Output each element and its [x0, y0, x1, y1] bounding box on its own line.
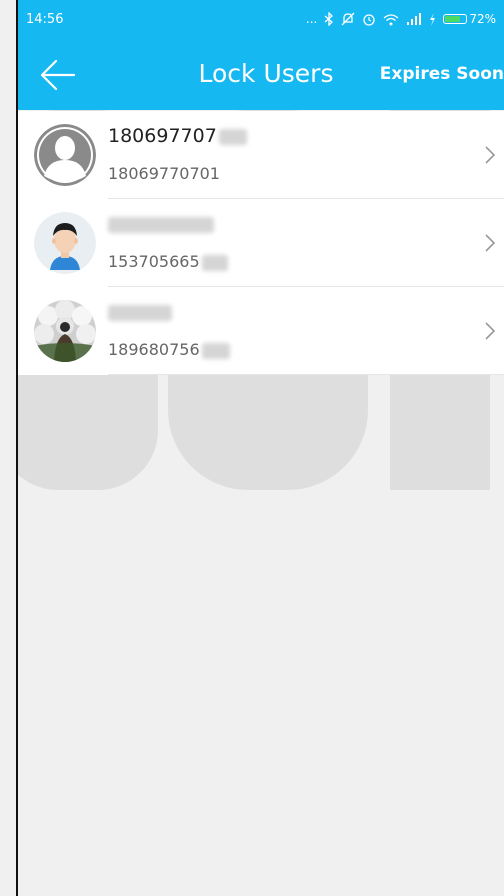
status-time: 14:56: [26, 11, 64, 27]
chevron-right-icon: [485, 234, 496, 252]
chevron-right-icon: [485, 146, 496, 164]
divider: [108, 374, 504, 375]
more-notifications: ...: [305, 12, 318, 26]
redacted-text: [201, 254, 228, 271]
wifi-icon: [383, 13, 399, 25]
photo-avatar-icon: [34, 300, 96, 362]
user-phone-text: 189680756: [108, 340, 200, 359]
cartoon-avatar-icon: [34, 212, 96, 274]
redacted-text: [201, 342, 230, 359]
bluetooth-icon: [324, 12, 334, 26]
mute-icon: [341, 12, 355, 26]
user-name: 180697707: [108, 125, 247, 147]
list-item[interactable]: 180697707 18069770701: [18, 111, 504, 199]
arrow-left-icon[interactable]: [38, 55, 78, 95]
user-name: [108, 301, 172, 323]
chevron-right-icon: [485, 322, 496, 340]
default-avatar-icon: [34, 124, 96, 186]
battery-level: [445, 16, 460, 22]
redacted-text: [108, 216, 214, 233]
window-edge: [16, 0, 18, 896]
redacted-text: [108, 304, 172, 321]
list-item[interactable]: 189680756: [18, 287, 504, 375]
battery-icon: [443, 14, 468, 24]
status-bar: 14:56 ... 72%: [18, 0, 504, 38]
user-phone: 18069770701: [108, 164, 220, 183]
redacted-text: [218, 128, 247, 145]
user-phone-text: 153705665: [108, 252, 200, 271]
alarm-icon: [363, 14, 375, 26]
battery-percent: 72%: [469, 12, 496, 26]
user-phone: 189680756: [108, 340, 230, 359]
user-name-text: 180697707: [108, 125, 217, 147]
battery-indicator: 72%: [443, 12, 496, 26]
signal-icon: [407, 13, 422, 25]
charging-icon: [430, 12, 436, 26]
user-phone: 153705665: [108, 252, 228, 271]
status-icons: ... 72%: [306, 12, 496, 26]
user-name: [108, 213, 214, 235]
lock-users-list: 180697707 18069770701 153705665 18968075…: [18, 111, 504, 375]
list-item[interactable]: 153705665: [18, 199, 504, 287]
app-bar: Lock Users Expires Soon: [18, 38, 504, 110]
expires-soon-button[interactable]: Expires Soon: [380, 38, 504, 110]
